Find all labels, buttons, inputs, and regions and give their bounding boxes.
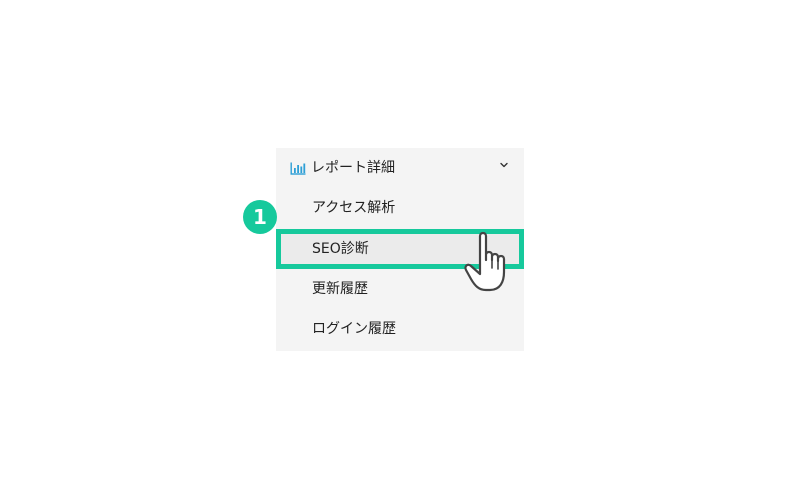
report-details-label: レポート詳細	[311, 160, 395, 176]
menu-item-login-history[interactable]: ログイン履歴	[276, 309, 524, 349]
menu-item-label: アクセス解析	[312, 200, 396, 216]
bar-chart-icon	[290, 162, 306, 175]
menu-item-access-analysis[interactable]: アクセス解析	[276, 188, 524, 228]
menu-item-label: 更新履歴	[312, 281, 368, 297]
report-details-header[interactable]: レポート詳細	[276, 148, 524, 188]
menu-item-label: ログイン履歴	[312, 321, 396, 337]
menu-item-label: SEO診断	[312, 241, 369, 257]
chevron-down-icon	[500, 162, 508, 168]
hand-pointer-icon	[464, 231, 506, 292]
step-number-badge: 1	[243, 200, 277, 234]
